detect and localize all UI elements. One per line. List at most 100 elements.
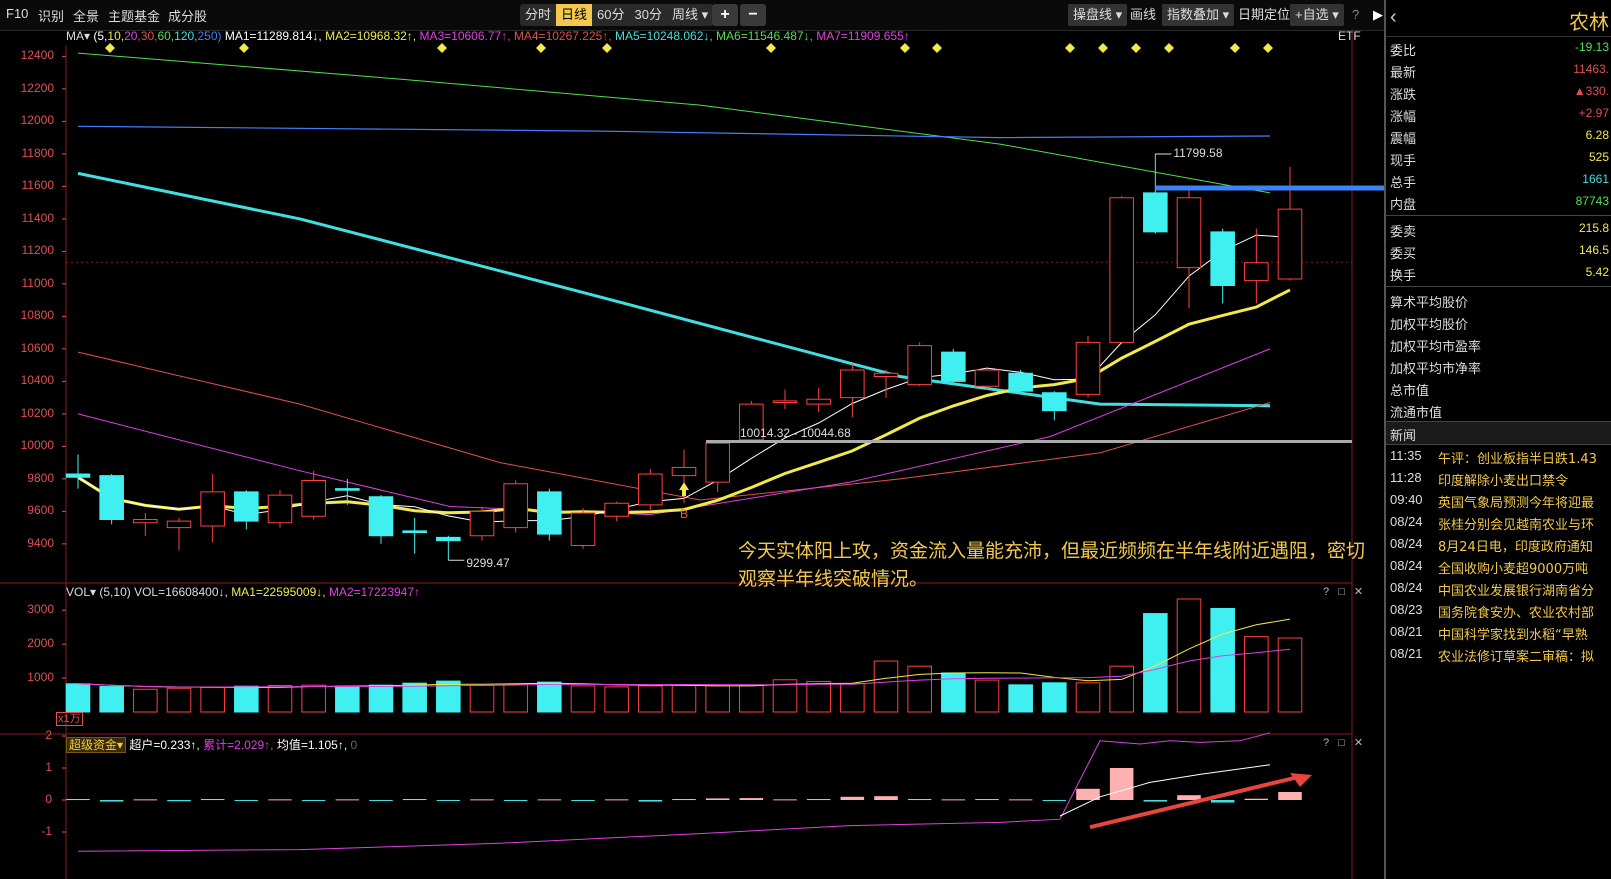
news-item[interactable]: 11:28 印度解除小麦出口禁令 bbox=[1386, 467, 1611, 489]
candle bbox=[873, 372, 899, 377]
volume-bar bbox=[301, 684, 326, 713]
news-time: 11:35 bbox=[1390, 448, 1422, 463]
ma250-line bbox=[77, 125, 1271, 139]
candle bbox=[907, 345, 932, 386]
candle bbox=[604, 502, 629, 517]
candle bbox=[402, 530, 427, 533]
buy-signal-b: B bbox=[680, 507, 688, 521]
candle bbox=[1109, 197, 1134, 343]
quote-row: 涨跌 ▲330. bbox=[1386, 81, 1611, 103]
back-arrow-icon[interactable]: ‹ bbox=[1390, 6, 1397, 29]
quote-row: 震幅 6.28 bbox=[1386, 125, 1611, 147]
candle bbox=[941, 351, 966, 382]
volume-bar bbox=[806, 680, 831, 713]
news-time: 08/23 bbox=[1390, 602, 1423, 617]
quote-label: 换手 bbox=[1390, 269, 1417, 284]
candle bbox=[1008, 372, 1033, 392]
volume-bar bbox=[166, 687, 192, 713]
stat-label: 总市值 bbox=[1390, 384, 1430, 399]
news-item[interactable]: 08/24 中国农业发展银行湖南省分 bbox=[1386, 577, 1611, 599]
volume-bar bbox=[1143, 613, 1168, 713]
vol-tick-label: 3000 bbox=[27, 602, 54, 617]
news-item[interactable]: 09:40 英国气象局预测今年将迎最 bbox=[1386, 489, 1611, 511]
stat-row: 加权平均股价 bbox=[1386, 311, 1611, 333]
vol-ma5-line bbox=[77, 618, 1291, 689]
candle bbox=[806, 398, 831, 405]
fund-panel-controls[interactable]: ? □ ✕ bbox=[1323, 736, 1366, 749]
volume-bar bbox=[570, 685, 596, 713]
fund-tail-value: 0 bbox=[350, 738, 358, 752]
candle bbox=[469, 510, 495, 537]
stat-row: 加权平均市盈率 bbox=[1386, 333, 1611, 355]
quote-row: 总手 1661 bbox=[1386, 169, 1611, 191]
volume-bar bbox=[873, 660, 899, 713]
fund-bar bbox=[874, 796, 898, 800]
fund-bar bbox=[638, 800, 663, 802]
fund-bar bbox=[773, 799, 797, 801]
volume-bar bbox=[133, 688, 158, 713]
volume-bar bbox=[234, 685, 259, 713]
y-tick-label: 12000 bbox=[20, 113, 54, 128]
news-item[interactable]: 08/24 全国收购小麦超9000万吨 bbox=[1386, 555, 1611, 577]
fund-bar bbox=[537, 799, 562, 801]
volume-panel-controls[interactable]: ? □ ✕ bbox=[1323, 585, 1366, 598]
event-diamond-icon bbox=[1131, 43, 1141, 53]
quote-row: 最新 11463. bbox=[1386, 59, 1611, 81]
divider bbox=[1386, 215, 1611, 216]
vol-tick-label: 1000 bbox=[27, 670, 54, 685]
stat-label: 加权平均股价 bbox=[1390, 318, 1469, 333]
buy-arrow-icon bbox=[679, 482, 689, 497]
fund-indicator-dropdown[interactable]: 超级资金▾ bbox=[66, 737, 127, 753]
fund-bar bbox=[672, 799, 696, 801]
vol-indicator-dropdown[interactable]: VOL▾ bbox=[66, 585, 96, 599]
news-item[interactable]: 08/24 张桂分别会见越南农业与环 bbox=[1386, 511, 1611, 533]
candle bbox=[335, 488, 360, 491]
y-tick-label: 9400 bbox=[27, 535, 54, 550]
fund-bar bbox=[268, 799, 292, 801]
candle bbox=[200, 491, 225, 527]
candle bbox=[503, 483, 528, 529]
y-tick-label: 12200 bbox=[20, 80, 54, 95]
quote-row: 涨幅 +2.97 bbox=[1386, 103, 1611, 125]
news-time: 08/24 bbox=[1390, 580, 1423, 595]
volume-bar bbox=[739, 685, 764, 713]
news-item[interactable]: 08/21 农业法修订草案二审稿：拟 bbox=[1386, 643, 1611, 665]
candle bbox=[1143, 192, 1168, 233]
news-item[interactable]: 08/24 8月24日电，印度政府通知 bbox=[1386, 533, 1611, 555]
quote-value: 525 bbox=[1588, 150, 1609, 164]
volume-bar bbox=[705, 685, 730, 713]
event-diamond-icon bbox=[536, 43, 546, 53]
volume-bar bbox=[1176, 598, 1202, 713]
candle bbox=[65, 473, 91, 478]
fund-bar bbox=[975, 799, 999, 801]
quote-label: 委比 bbox=[1390, 44, 1417, 59]
volume-bar bbox=[907, 665, 932, 713]
y-tick-label: 11800 bbox=[21, 145, 54, 160]
quote-panel: ‹ 农林 委比 -19.13 最新 11463. 涨跌 ▲330. 涨幅 +2.97 震幅 6.2… bbox=[1384, 0, 1611, 879]
candle bbox=[1244, 262, 1269, 282]
news-headline: 中国科学家找到水稻“早熟 bbox=[1438, 628, 1588, 643]
high-price-label: 11799.58 bbox=[1173, 145, 1223, 160]
news-item[interactable]: 11:35 午评：创业板指半日跌1.43 bbox=[1386, 445, 1611, 467]
volume-bar bbox=[840, 682, 865, 713]
news-item[interactable]: 08/21 中国科学家找到水稻“早熟 bbox=[1386, 621, 1611, 643]
news-item[interactable]: 08/23 国务院食安办、农业农村部 bbox=[1386, 599, 1611, 621]
fund-bar bbox=[739, 798, 764, 800]
fund-bar bbox=[1278, 792, 1302, 800]
news-header[interactable]: 新闻 bbox=[1386, 421, 1611, 445]
fund-bar bbox=[503, 800, 528, 801]
fund-bar bbox=[604, 799, 629, 801]
analysis-note: 今天实体阳上攻，资金流入量能充沛，但最近频频在半年线附近遇阻，密切观察半年线突破… bbox=[738, 540, 1366, 590]
quote-value: +2.97 bbox=[1578, 106, 1609, 120]
candle bbox=[671, 467, 697, 477]
quote-label: 委卖 bbox=[1390, 225, 1417, 240]
volume-bar bbox=[368, 684, 394, 713]
fund-bar bbox=[571, 800, 595, 801]
volume-bar bbox=[402, 682, 427, 713]
news-headline: 国务院食安办、农业农村部 bbox=[1438, 606, 1595, 621]
y-tick-label: 9600 bbox=[27, 503, 54, 518]
volume-bar bbox=[638, 685, 663, 713]
volume-bar bbox=[1042, 682, 1067, 713]
fund-bar bbox=[301, 800, 326, 801]
quote-label: 现手 bbox=[1390, 154, 1417, 169]
